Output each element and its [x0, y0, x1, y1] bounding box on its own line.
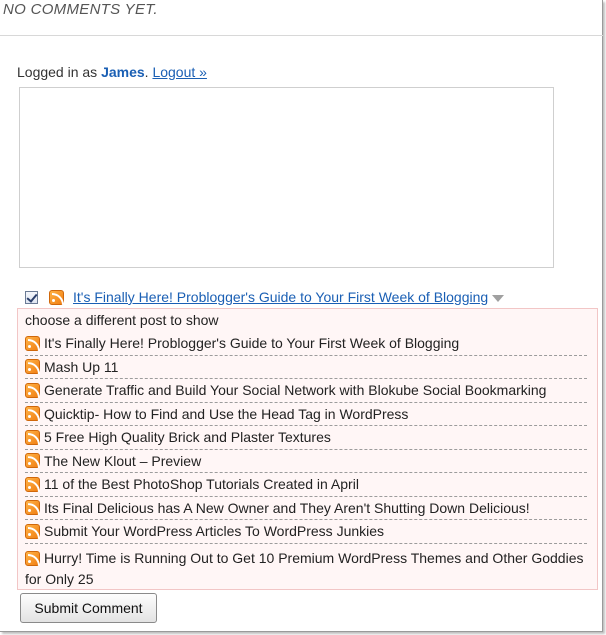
post-option-title: 5 Free High Quality Brick and Plaster Te… — [44, 429, 331, 446]
post-option[interactable]: Quicktip- How to Find and Use the Head T… — [25, 403, 587, 426]
post-option[interactable]: Hurry! Time is Running Out to Get 10 Pre… — [25, 544, 587, 590]
post-option-title: Hurry! Time is Running Out to Get 10 Pre… — [25, 549, 584, 587]
comments-heading: NO COMMENTS YET. — [3, 1, 158, 18]
post-chooser-title: choose a different post to show — [25, 312, 219, 328]
rss-icon — [25, 550, 40, 566]
post-option-title: Mash Up 11 — [44, 358, 119, 375]
rss-icon — [25, 359, 40, 375]
rss-icon — [25, 429, 40, 445]
rss-icon — [25, 523, 40, 539]
post-option-title: Quicktip- How to Find and Use the Head T… — [44, 405, 409, 422]
post-option-title: The New Klout – Preview — [44, 452, 202, 469]
logged-in-line: Logged in as James. Logout » — [17, 64, 207, 80]
rss-icon — [25, 382, 40, 398]
commentluv-row: It's Finally Here! Problogger's Guide to… — [25, 287, 505, 307]
post-option[interactable]: It's Finally Here! Problogger's Guide to… — [25, 332, 587, 356]
username-link[interactable]: James — [101, 64, 145, 80]
post-option[interactable]: Generate Traffic and Build Your Social N… — [25, 379, 587, 403]
post-option[interactable]: 11 of the Best PhotoShop Tutorials Creat… — [25, 473, 587, 497]
post-option-title: Generate Traffic and Build Your Social N… — [44, 382, 547, 399]
post-option[interactable]: Submit Your WordPress Articles To WordPr… — [25, 520, 587, 544]
post-option[interactable]: The New Klout – Preview — [25, 450, 587, 473]
rss-icon — [25, 406, 40, 422]
submit-comment-button[interactable]: Submit Comment — [20, 593, 157, 623]
comment-textarea[interactable] — [19, 87, 554, 268]
selected-post-link[interactable]: It's Finally Here! Problogger's Guide to… — [73, 289, 488, 305]
chevron-down-icon[interactable] — [492, 294, 505, 302]
rss-icon — [49, 289, 64, 305]
post-option[interactable]: Mash Up 11 — [25, 356, 587, 379]
logged-in-prefix: Logged in as — [17, 64, 102, 80]
post-option-title: 11 of the Best PhotoShop Tutorials Creat… — [44, 476, 359, 493]
rss-icon — [25, 453, 40, 469]
post-option-title: It's Finally Here! Problogger's Guide to… — [44, 335, 460, 352]
post-option-title: Its Final Delicious has A New Owner and … — [44, 499, 530, 516]
rss-icon — [25, 335, 40, 351]
commentluv-checkbox[interactable] — [25, 290, 38, 304]
heading-divider — [0, 35, 603, 36]
rss-icon — [25, 476, 40, 492]
post-option-title: Submit Your WordPress Articles To WordPr… — [44, 523, 385, 540]
rss-icon — [25, 500, 40, 516]
post-list: It's Finally Here! Problogger's Guide to… — [25, 332, 587, 590]
logout-link[interactable]: Logout » — [152, 64, 207, 80]
post-chooser-panel: choose a different post to show It's Fin… — [17, 308, 598, 590]
post-option[interactable]: 5 Free High Quality Brick and Plaster Te… — [25, 426, 587, 450]
post-option[interactable]: Its Final Delicious has A New Owner and … — [25, 497, 587, 520]
